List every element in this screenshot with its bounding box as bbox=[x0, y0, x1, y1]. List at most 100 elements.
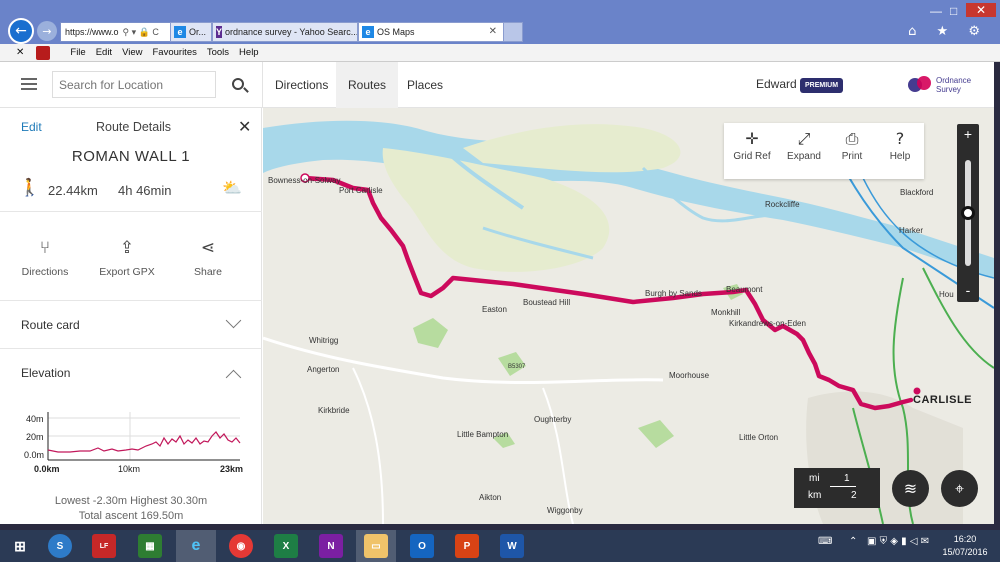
grid-ref-button[interactable]: ✛ Grid Ref bbox=[728, 129, 776, 162]
skype-icon[interactable]: S bbox=[48, 534, 72, 558]
ie-favicon-icon: e bbox=[174, 26, 186, 38]
route-distance: 22.44km bbox=[48, 183, 98, 198]
store-icon[interactable]: ▦ bbox=[138, 534, 162, 558]
onenote-icon[interactable]: N bbox=[319, 534, 343, 558]
menu-favourites[interactable]: Favourites bbox=[153, 47, 197, 58]
locate-icon[interactable]: ⌖ bbox=[941, 470, 978, 507]
menu-view[interactable]: View bbox=[122, 47, 142, 58]
outlook-icon[interactable]: O bbox=[410, 534, 434, 558]
zoom-slider-handle[interactable] bbox=[961, 206, 975, 220]
route-card-toggle[interactable]: Route card bbox=[21, 318, 80, 332]
tab-places[interactable]: Places bbox=[395, 62, 455, 108]
elevation-toggle[interactable]: Elevation bbox=[21, 366, 70, 380]
word-icon[interactable]: W bbox=[500, 534, 524, 558]
system-clock[interactable]: 16:20 15/07/2016 bbox=[935, 533, 995, 559]
menu-file[interactable]: File bbox=[70, 47, 85, 58]
map-label: Little Bampton bbox=[457, 430, 509, 439]
close-tab-icon[interactable]: ✕ bbox=[489, 26, 497, 37]
tab-directions[interactable]: Directions bbox=[263, 62, 340, 108]
map-label: Harker bbox=[899, 226, 924, 235]
map-label-carlisle: CARLISLE bbox=[913, 394, 972, 406]
help-button[interactable]: ? Help bbox=[876, 129, 924, 162]
yahoo-favicon-icon: Y bbox=[216, 26, 223, 38]
tab-routes[interactable]: Routes bbox=[336, 62, 399, 108]
maximize-button[interactable]: □ bbox=[950, 4, 957, 18]
chevron-down-icon[interactable] bbox=[225, 312, 242, 329]
directions-label: Directions bbox=[21, 266, 69, 278]
tray-icons[interactable]: ▣ ⛨ ◈ ▮ ◁ ✉ bbox=[867, 536, 929, 547]
excel-icon[interactable]: X bbox=[274, 534, 298, 558]
map-label: Kirkbride bbox=[318, 406, 350, 415]
home-favorites-settings-icons[interactable]: ⌂ ★ ⚙ bbox=[908, 24, 988, 39]
clock-time: 16:20 bbox=[953, 534, 977, 544]
map-view[interactable]: Bowness-on-Solway Port Carlisle Rockclif… bbox=[263, 108, 994, 524]
search-icon[interactable] bbox=[232, 78, 244, 90]
map-label: Whitrigg bbox=[309, 336, 339, 345]
forward-button[interactable]: → bbox=[37, 21, 57, 41]
hamburger-menu-icon[interactable] bbox=[21, 78, 37, 90]
tab-1[interactable]: e Or... bbox=[170, 22, 212, 42]
map-label: Little Orton bbox=[739, 433, 779, 442]
print-label: Print bbox=[841, 151, 863, 162]
map-label: Kirkandrews-on-Eden bbox=[729, 319, 806, 328]
ie-favicon-icon: e bbox=[362, 26, 374, 38]
show-hidden-icons-icon[interactable]: ⌃ bbox=[849, 536, 857, 547]
x-tick-23: 23km bbox=[220, 464, 243, 474]
print-button[interactable]: ⎙ Print bbox=[828, 129, 876, 162]
expand-icon: ⤢ bbox=[797, 129, 811, 148]
map-label: Oughterby bbox=[534, 415, 572, 424]
tab-yahoo[interactable]: Y ordnance survey - Yahoo Searc... bbox=[212, 22, 358, 42]
search-input[interactable] bbox=[52, 71, 216, 98]
expand-button[interactable]: ⤢ Expand bbox=[780, 129, 828, 162]
chrome-icon[interactable]: ◉ bbox=[229, 534, 253, 558]
scale-unit-km: km bbox=[808, 490, 822, 501]
browser-titlebar: ← → https://www.o ⚲ ▾ 🔒 C e Or... Y ordn… bbox=[0, 0, 1000, 44]
back-button[interactable]: ← bbox=[8, 18, 34, 44]
share-button[interactable]: ⋖ Share bbox=[168, 238, 248, 278]
directions-button[interactable]: ⑂ Directions bbox=[5, 238, 85, 278]
tab-os-maps[interactable]: e OS Maps ✕ bbox=[358, 22, 504, 42]
windows-start-icon[interactable]: ⊞ bbox=[8, 534, 32, 558]
share-icon: ⋖ bbox=[200, 238, 216, 258]
close-icon[interactable]: ✕ bbox=[238, 117, 251, 136]
expand-label: Expand bbox=[787, 151, 821, 162]
map-label: Monkhill bbox=[711, 308, 741, 317]
zoom-out-button[interactable]: - bbox=[957, 282, 979, 298]
menu-help[interactable]: Help bbox=[239, 47, 259, 58]
keyboard-icon[interactable]: ⌨ bbox=[818, 536, 832, 547]
zoom-control: + - bbox=[957, 124, 979, 302]
close-icon[interactable]: ✕ bbox=[16, 47, 24, 58]
os-maps-app: Directions Routes Places Edward PREMIUM … bbox=[0, 62, 994, 524]
edit-link[interactable]: Edit bbox=[21, 120, 42, 134]
minimize-button[interactable]: — bbox=[930, 4, 942, 18]
lovefilm-icon[interactable]: LF bbox=[92, 534, 116, 558]
new-tab-button[interactable] bbox=[503, 22, 523, 42]
elevation-total-ascent: Total ascent 169.50m bbox=[78, 510, 184, 522]
export-icon: ⇪ bbox=[119, 238, 135, 258]
zoom-in-button[interactable]: + bbox=[957, 126, 979, 142]
file-explorer-icon[interactable]: ▭ bbox=[364, 534, 388, 558]
help-icon: ? bbox=[895, 129, 905, 148]
map-label: Bowness-on-Solway bbox=[268, 176, 341, 185]
export-gpx-button[interactable]: ⇪ Export GPX bbox=[87, 238, 167, 278]
internet-explorer-icon[interactable]: e bbox=[184, 534, 208, 558]
share-label: Share bbox=[193, 266, 223, 278]
weather-icon[interactable]: ⛅ bbox=[222, 178, 242, 197]
addon-icon[interactable] bbox=[36, 45, 51, 60]
powerpoint-icon[interactable]: P bbox=[455, 534, 479, 558]
tab-1-label: Or... bbox=[189, 27, 207, 37]
logo-text: Ordnance Survey bbox=[936, 76, 972, 94]
panel-title: Route Details bbox=[96, 120, 172, 134]
chevron-up-icon[interactable] bbox=[225, 369, 242, 386]
user-name[interactable]: Edward bbox=[756, 77, 797, 91]
walking-icon: 🚶 bbox=[19, 178, 41, 198]
premium-badge: PREMIUM bbox=[800, 78, 844, 93]
y-tick-20: 20m bbox=[26, 432, 44, 442]
map-toolbar: ✛ Grid Ref ⤢ Expand ⎙ Print ? Help bbox=[724, 123, 924, 179]
tab-yahoo-label: ordnance survey - Yahoo Searc... bbox=[225, 27, 358, 37]
menu-edit[interactable]: Edit bbox=[96, 47, 112, 58]
menu-tools[interactable]: Tools bbox=[207, 47, 229, 58]
address-bar-icons: ⚲ ▾ 🔒 C bbox=[122, 26, 159, 37]
close-window-button[interactable]: ✕ bbox=[966, 3, 996, 17]
layers-icon[interactable]: ≋ bbox=[892, 470, 929, 507]
